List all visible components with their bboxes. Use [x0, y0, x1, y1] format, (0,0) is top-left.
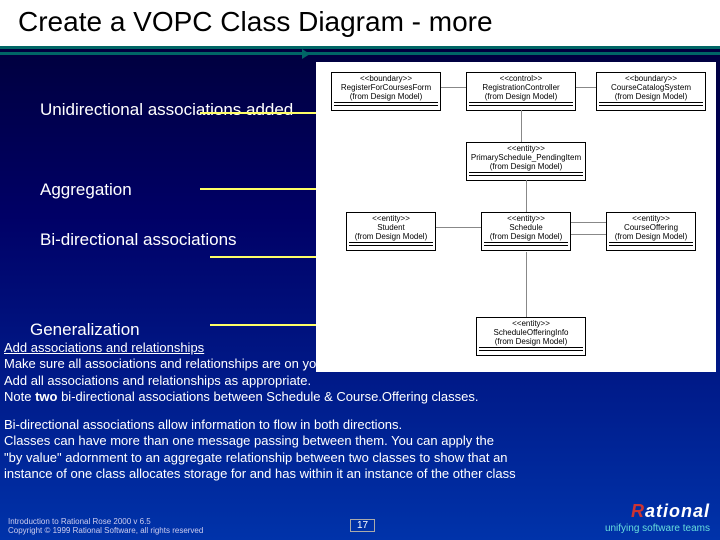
title-underline	[0, 52, 720, 55]
label-unidirectional: Unidirectional associations added	[40, 100, 293, 120]
assoc-line	[526, 252, 527, 317]
assoc-line	[526, 180, 527, 212]
class-student: <<entity>> Student (from Design Model)	[346, 212, 436, 251]
class-from: (from Design Model)	[599, 93, 703, 102]
body-line: "by value" adornment to an aggregate rel…	[4, 450, 508, 465]
slide-title: Create a VOPC Class Diagram - more	[0, 0, 720, 49]
uml-diagram: <<boundary>> RegisterForCoursesForm (fro…	[316, 62, 716, 372]
assoc-line	[576, 87, 596, 88]
logo-tagline: unifying software teams	[605, 523, 710, 534]
class-pending-item: <<entity>> PrimarySchedule_PendingItem (…	[466, 142, 586, 181]
label-aggregation: Aggregation	[40, 180, 132, 200]
class-from: (from Design Model)	[484, 233, 568, 242]
class-register-form: <<boundary>> RegisterForCoursesForm (fro…	[331, 72, 441, 111]
assoc-line	[441, 87, 466, 88]
body-line: Note	[4, 389, 35, 404]
body-line: Bi-directional associations allow inform…	[4, 417, 402, 432]
slide-number: 17	[350, 519, 375, 532]
assoc-line	[521, 110, 522, 142]
rational-logo: Rational unifying software teams	[605, 502, 710, 534]
class-from: (from Design Model)	[469, 163, 583, 172]
body-text: Add associations and relationships Make …	[4, 340, 716, 482]
footer-copyright: Introduction to Rational Rose 2000 v 6.5…	[8, 518, 203, 536]
body-line: Make sure all associations and relations…	[4, 356, 481, 371]
label-generalization: Generalization	[30, 320, 140, 340]
body-line: Classes can have more than one message p…	[4, 433, 494, 448]
class-from: (from Design Model)	[609, 233, 693, 242]
assoc-line	[571, 234, 606, 235]
footer-line: Copyright © 1999 Rational Software, all …	[8, 526, 203, 535]
class-schedule: <<entity>> Schedule (from Design Model)	[481, 212, 571, 251]
class-course-offering: <<entity>> CourseOffering (from Design M…	[606, 212, 696, 251]
class-course-catalog: <<boundary>> CourseCatalogSystem (from D…	[596, 72, 706, 111]
class-from: (from Design Model)	[349, 233, 433, 242]
logo-r: R	[631, 501, 645, 521]
body-heading: Add associations and relationships	[4, 340, 204, 355]
class-registration-controller: <<control>> RegistrationController (from…	[466, 72, 576, 111]
body-bold: two	[35, 389, 57, 404]
body-line: instance of one class allocates storage …	[4, 466, 516, 481]
logo-rest: ational	[645, 501, 710, 521]
footer-line: Introduction to Rational Rose 2000 v 6.5	[8, 517, 151, 526]
body-line: Add all associations and relationships a…	[4, 373, 311, 388]
class-from: (from Design Model)	[469, 93, 573, 102]
class-from: (from Design Model)	[334, 93, 438, 102]
label-bidirectional: Bi-directional associations	[40, 230, 237, 250]
assoc-line	[436, 227, 481, 228]
body-line: bi-directional associations between Sche…	[57, 389, 478, 404]
assoc-line	[571, 222, 606, 223]
